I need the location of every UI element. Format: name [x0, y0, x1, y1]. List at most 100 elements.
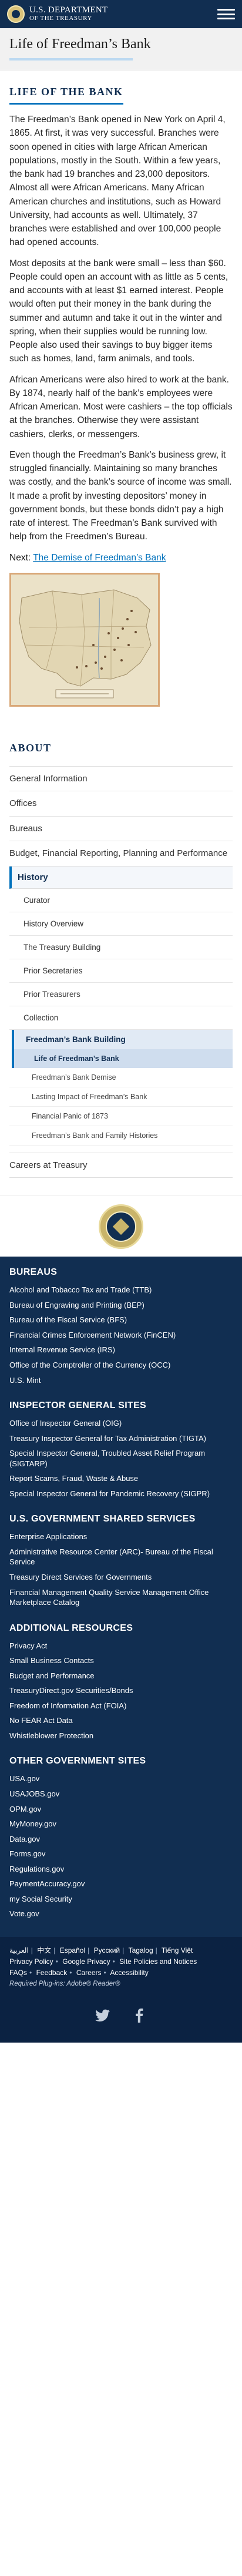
page-title-band: Life of Freedman’s Bank	[0, 28, 242, 70]
footer-link[interactable]: PaymentAccuracy.gov	[9, 1876, 233, 1892]
nav-prior-secretaries[interactable]: Prior Secretaries	[9, 959, 233, 983]
footer-link[interactable]: TreasuryDirect.gov Securities/Bonds	[9, 1683, 233, 1698]
footer-link[interactable]: Treasury Direct Services for Governments	[9, 1570, 233, 1585]
careers-link[interactable]: Careers	[76, 1969, 102, 1977]
footer-link[interactable]: USA.gov	[9, 1771, 233, 1786]
hamburger-menu-icon[interactable]	[217, 7, 235, 21]
seal-band	[0, 1195, 242, 1257]
footer-link[interactable]: Data.gov	[9, 1832, 233, 1847]
footer-link[interactable]: Bureau of Engraving and Printing (BEP)	[9, 1298, 233, 1313]
nav-freedmans-bank-demise[interactable]: Freedman’s Bank Demise	[9, 1068, 233, 1087]
nav-curator[interactable]: Curator	[9, 889, 233, 912]
language-link-vietnamese[interactable]: Tiếng Việt	[162, 1946, 193, 1954]
footer-heading: INSPECTOR GENERAL SITES	[9, 1400, 147, 1411]
paragraph-1: The Freedman’s Bank opened in New York o…	[9, 115, 226, 248]
footer-link[interactable]: Special Inspector General, Troubled Asse…	[9, 1446, 233, 1471]
footer-heading: BUREAUS	[9, 1267, 58, 1278]
nav-general-information[interactable]: General Information	[9, 765, 233, 792]
nav-family-histories[interactable]: Freedman’s Bank and Family Histories	[9, 1126, 233, 1146]
next-label: Next:	[9, 552, 31, 563]
site-header: U.S. DEPARTMENT OF THE TREASURY	[0, 0, 242, 28]
historic-map-illustration	[11, 574, 158, 705]
footer-link[interactable]: MyMoney.gov	[9, 1816, 233, 1832]
footer-heading: U.S. GOVERNMENT SHARED SERVICES	[9, 1514, 196, 1524]
nav-life-of-freedmans-bank[interactable]: Life of Freedman’s Bank	[12, 1049, 233, 1068]
footer-section-inspector-general: INSPECTOR GENERAL SITES Office of Inspec…	[9, 1400, 233, 1501]
footer-link[interactable]: OPM.gov	[9, 1802, 233, 1817]
footer-link[interactable]: Alcohol and Tobacco Tax and Trade (TTB)	[9, 1282, 233, 1298]
footer-link[interactable]: Bureau of the Fiscal Service (BFS)	[9, 1312, 233, 1328]
footer-link[interactable]: Financial Management Quality Service Man…	[9, 1585, 233, 1610]
nav-collection[interactable]: Collection	[9, 1006, 233, 1030]
footer-link[interactable]: Office of Inspector General (OIG)	[9, 1416, 233, 1431]
footer-link[interactable]: Administrative Resource Center (ARC)- Bu…	[9, 1544, 233, 1570]
footer-link[interactable]: No FEAR Act Data	[9, 1713, 233, 1728]
footer-link[interactable]: Enterprise Applications	[9, 1529, 233, 1544]
treasury-seal-icon	[99, 1204, 143, 1249]
nav-financial-panic-1873[interactable]: Financial Panic of 1873	[9, 1107, 233, 1126]
language-link-tagalog[interactable]: Tagalog	[129, 1946, 153, 1954]
privacy-policy-link[interactable]: Privacy Policy	[9, 1957, 53, 1966]
footer-bottom: العربية | 中文 | Español | Русский | Tagalog | …	[0, 1936, 242, 2043]
nav-treasury-building[interactable]: The Treasury Building	[9, 936, 233, 959]
next-page-line: Next: The Demise of Freedman’s Bank	[9, 551, 233, 565]
footer-heading: ADDITIONAL RESOURCES	[9, 1623, 133, 1633]
site-policies-link[interactable]: Site Policies and Notices	[119, 1957, 197, 1966]
language-links: العربية | 中文 | Español | Русский | Tagalog | …	[9, 1946, 193, 1954]
footer-link[interactable]: Vote.gov	[9, 1906, 233, 1922]
footer-link[interactable]: Special Inspector General for Pandemic R…	[9, 1486, 233, 1502]
nav-history-overview[interactable]: History Overview	[9, 912, 233, 936]
footer-link[interactable]: Small Business Contacts	[9, 1653, 233, 1668]
accessibility-link[interactable]: Accessibility	[110, 1969, 148, 1977]
footer-link[interactable]: Forms.gov	[9, 1846, 233, 1862]
footer-link[interactable]: Whistleblower Protection	[9, 1728, 233, 1744]
nav-offices[interactable]: Offices	[9, 791, 233, 817]
footer-heading: OTHER GOVERNMENT SITES	[9, 1756, 146, 1766]
footer-link[interactable]: Office of the Comptroller of the Currenc…	[9, 1358, 233, 1373]
nav-lasting-impact[interactable]: Lasting Impact of Freedman’s Bank	[9, 1087, 233, 1107]
footer-link[interactable]: USAJOBS.gov	[9, 1786, 233, 1802]
utility-links: Privacy Policy • Google Privacy • Site Pol…	[9, 1957, 197, 1977]
branches-map-image[interactable]	[9, 572, 160, 707]
footer-link[interactable]: Budget and Performance	[9, 1668, 233, 1684]
footer-link[interactable]: U.S. Mint	[9, 1373, 233, 1388]
footer-link[interactable]: Freedom of Information Act (FOIA)	[9, 1698, 233, 1714]
treasury-seal-icon	[7, 5, 25, 23]
language-link-arabic[interactable]: العربية	[9, 1946, 29, 1954]
footer-link[interactable]: Treasury Inspector General for Tax Admin…	[9, 1431, 233, 1446]
home-logo-link[interactable]: U.S. DEPARTMENT OF THE TREASURY	[7, 5, 107, 23]
google-privacy-link[interactable]: Google Privacy	[62, 1957, 110, 1966]
nav-budget-financial-reporting[interactable]: Budget, Financial Reporting, Planning an…	[9, 841, 233, 866]
site-title: U.S. DEPARTMENT OF THE TREASURY	[29, 5, 108, 22]
twitter-icon[interactable]	[95, 2007, 111, 2024]
about-navigation: ABOUT General Information Offices Bureau…	[0, 707, 242, 1196]
language-link-spanish[interactable]: Español	[60, 1946, 85, 1954]
feedback-link[interactable]: Feedback	[36, 1969, 68, 1977]
facebook-icon[interactable]	[131, 2007, 147, 2024]
footer-section-additional-resources: ADDITIONAL RESOURCES Privacy Act Small B…	[9, 1623, 233, 1744]
language-link-chinese[interactable]: 中文	[37, 1946, 51, 1954]
nav-careers-at-treasury[interactable]: Careers at Treasury	[9, 1152, 233, 1178]
paragraph-4: Even though the Freedman’s Bank’s busine…	[9, 449, 232, 542]
footer-link[interactable]: my Social Security	[9, 1892, 233, 1907]
language-link-russian[interactable]: Русский	[94, 1946, 120, 1954]
article-content: LIFE OF THE BANK The Freedman’s Bank ope…	[0, 70, 242, 707]
faqs-link[interactable]: FAQs	[9, 1969, 27, 1977]
footer-link[interactable]: Internal Revenue Service (IRS)	[9, 1342, 233, 1358]
nav-history[interactable]: History	[9, 866, 233, 889]
social-links	[9, 1987, 233, 2039]
footer-section-shared-services: U.S. GOVERNMENT SHARED SERVICES Enterpri…	[9, 1514, 233, 1610]
required-plugins-text: Required Plug-ins: Adobe® Reader®	[9, 1980, 120, 1987]
footer-link[interactable]: Regulations.gov	[9, 1862, 233, 1877]
nav-bureaus[interactable]: Bureaus	[9, 817, 233, 842]
page-title: Life of Freedman’s Bank	[9, 36, 151, 52]
nav-freedmans-bank-building[interactable]: Freedman’s Bank Building	[12, 1029, 233, 1049]
footer-link[interactable]: Financial Crimes Enforcement Network (Fi…	[9, 1328, 233, 1343]
footer-section-bureaus: BUREAUS Alcohol and Tobacco Tax and Trad…	[9, 1267, 233, 1388]
footer-link[interactable]: Report Scams, Fraud, Waste & Abuse	[9, 1471, 233, 1486]
footer-link[interactable]: Privacy Act	[9, 1638, 233, 1654]
nav-prior-treasurers[interactable]: Prior Treasurers	[9, 983, 233, 1006]
next-page-link[interactable]: The Demise of Freedman’s Bank	[33, 553, 166, 563]
site-footer: BUREAUS Alcohol and Tobacco Tax and Trad…	[0, 1257, 242, 1937]
about-heading: ABOUT	[9, 741, 52, 754]
